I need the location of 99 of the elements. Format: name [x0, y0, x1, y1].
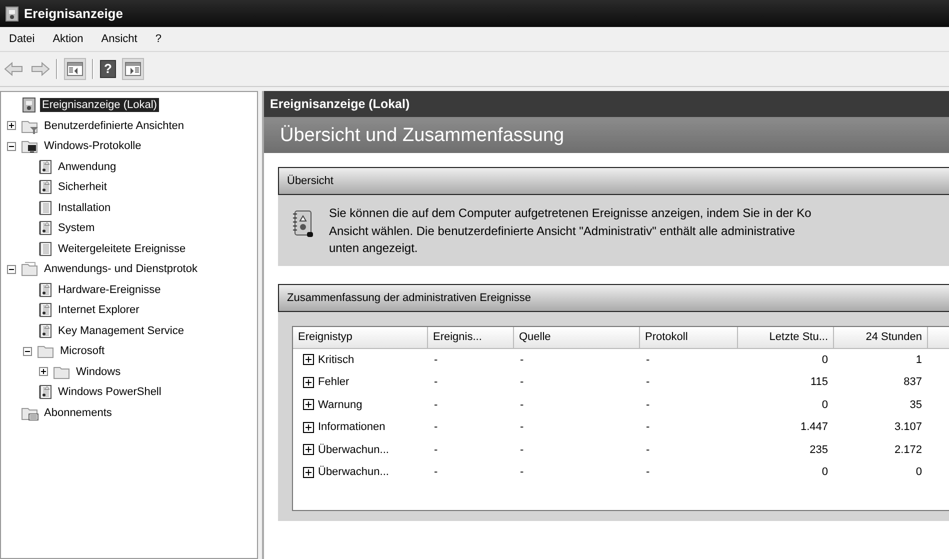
tree-item[interactable]: Windows-Protokolle [42, 139, 144, 154]
expand-icon[interactable] [7, 121, 16, 130]
folder-icon [21, 261, 39, 278]
pane-icon [125, 62, 141, 76]
table-cell-text: - [645, 376, 651, 388]
tree-item[interactable]: Windows [74, 364, 123, 379]
menu-item[interactable]: Ansicht [99, 33, 140, 45]
log-icon [37, 200, 53, 216]
folder-icon [37, 343, 55, 360]
table-cell-text: 0 [820, 354, 829, 366]
section-header[interactable]: Zusammenfassung der administrativen Ereignisse [278, 284, 949, 312]
menu-item[interactable]: ? [153, 33, 164, 45]
table-cell: Kritisch [318, 354, 354, 366]
table-cell-text: - [433, 421, 439, 434]
table-cell-text: - [433, 376, 439, 388]
table-cell-text: - [433, 444, 439, 456]
log-icon [37, 220, 53, 236]
expand-icon[interactable] [303, 422, 314, 433]
table-cell-text: - [519, 354, 525, 366]
column-header[interactable]: Quelle [514, 326, 640, 348]
log-icon [37, 322, 53, 339]
overview-text: Sie können die auf dem Computer aufgetretenen Ereignisse anzeigen, indem Sie in der Ko Ansicht wählen. Die benutzerdefinierte Ansicht "Administrativ" enthält alle administrative unten angezeigt. [329, 205, 812, 257]
show-tree-button[interactable] [64, 58, 86, 80]
show-actions-button[interactable] [122, 58, 144, 80]
table-cell-text: 1.447 [799, 421, 829, 434]
table-cell-text: 0 [820, 398, 829, 411]
table-cell-text: 0 [820, 466, 829, 478]
tree-item[interactable]: Benutzerdefinierte Ansichten [42, 118, 186, 133]
column-header[interactable]: 24 Stunden [834, 326, 928, 348]
event-viewer-icon [4, 6, 20, 22]
collapse-icon[interactable] [7, 264, 16, 274]
table-cell: Informationen [318, 421, 386, 434]
table-cell-text: - [433, 354, 439, 366]
event-log-icon [292, 209, 314, 239]
page-title: Übersicht und Zusammenfassung [264, 119, 949, 153]
tree-item[interactable]: Sicherheit [56, 180, 109, 194]
table-cell-text: - [645, 444, 651, 456]
table-cell-text: - [645, 421, 651, 434]
table-cell-text: - [433, 466, 439, 478]
table-cell: Fehler [318, 376, 350, 388]
table-cell-text: 235 [808, 444, 829, 456]
table-cell-text: 0 [914, 466, 923, 478]
window-title: Ereignisanzeige [24, 6, 123, 21]
table-cell-text: 1 [914, 354, 923, 366]
table-cell-text: - [519, 398, 525, 411]
tree-item[interactable]: Weitergeleitete Ereignisse [56, 242, 188, 256]
tree-item[interactable]: Installation [56, 200, 113, 215]
tree-item[interactable]: Microsoft [58, 344, 107, 358]
column-header[interactable]: Letzte Stu... [738, 326, 834, 348]
collapse-icon[interactable] [7, 142, 16, 151]
event-viewer-icon [21, 97, 37, 114]
expand-icon[interactable] [303, 444, 314, 456]
table-cell-text: 35 [908, 398, 923, 411]
pane-icon [67, 62, 83, 76]
table-cell-text: - [645, 398, 651, 411]
tree-item[interactable]: Abonnements [42, 406, 114, 420]
tree-item[interactable]: Windows PowerShell [56, 385, 164, 400]
menu-item[interactable]: Datei [7, 33, 37, 45]
table-cell-text: 3.107 [893, 421, 923, 434]
menu-item[interactable]: Aktion [50, 33, 86, 45]
table-cell-text: 2.172 [893, 444, 923, 456]
expand-icon[interactable] [303, 354, 314, 366]
tree-item[interactable]: Hardware-Ereignisse [56, 282, 163, 297]
table-cell: Überwachun... [318, 444, 389, 456]
log-icon [37, 384, 53, 400]
table-cell: Warnung [318, 398, 362, 411]
table-cell-text: - [519, 376, 525, 388]
log-icon [37, 302, 53, 318]
tree-item[interactable]: Key Management Service [56, 324, 186, 338]
table-cell-text: - [519, 444, 525, 456]
log-icon [37, 179, 53, 196]
log-icon [37, 240, 53, 257]
table-cell-text: - [645, 354, 651, 366]
table-cell-text: 115 [809, 376, 829, 388]
section-header[interactable]: Übersicht [278, 167, 949, 195]
tree-item[interactable]: System [56, 221, 97, 236]
expand-icon[interactable] [303, 399, 314, 410]
column-header[interactable]: Ereignistyp [293, 326, 428, 348]
tree-item[interactable]: Anwendung [56, 160, 118, 174]
tree-item[interactable]: Internet Explorer [56, 303, 142, 318]
tree-item[interactable]: Anwendungs- und Dienstprotok [42, 262, 200, 276]
table-cell-text: - [519, 421, 525, 434]
table-cell-text: 837 [902, 376, 923, 388]
expand-icon[interactable] [303, 376, 314, 388]
expand-icon[interactable] [39, 367, 48, 376]
column-header[interactable]: Ereignis... [428, 326, 514, 348]
pane-header: Ereignisanzeige (Lokal) [264, 91, 949, 119]
table-cell-text: - [645, 466, 651, 478]
column-header[interactable]: Protokoll [640, 326, 738, 348]
table-cell: Überwachun... [318, 466, 389, 478]
tree-item[interactable]: Ereignisanzeige (Lokal) [40, 98, 159, 112]
table-cell-text: - [519, 466, 525, 478]
log-icon [37, 158, 53, 175]
log-icon [37, 282, 53, 298]
help-button[interactable]: ? [100, 60, 116, 78]
collapse-icon[interactable] [23, 346, 32, 356]
expand-icon[interactable] [303, 466, 314, 478]
table-cell-text: - [433, 398, 439, 411]
folder-computer-icon [21, 138, 39, 154]
